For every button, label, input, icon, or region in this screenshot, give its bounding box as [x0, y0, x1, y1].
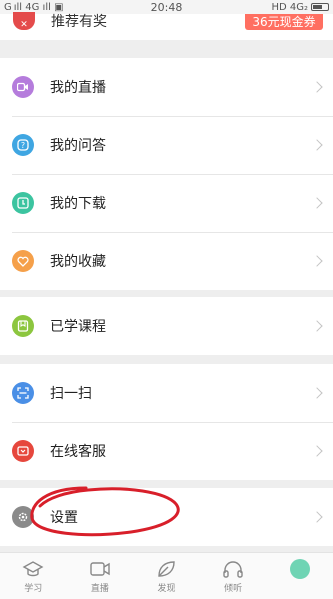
status-bar: G ıll 4G ıll ▣ 20:48 HD 4G₂	[0, 0, 333, 14]
tab-live[interactable]: 直播	[67, 553, 134, 599]
menu-item-my-favorites[interactable]: 我的收藏	[0, 232, 333, 290]
customer-service-icon	[12, 440, 34, 462]
battery-icon	[311, 3, 329, 11]
headphones-icon	[223, 561, 243, 578]
download-icon	[12, 192, 34, 214]
tab-discover[interactable]: 发现	[133, 553, 200, 599]
video-camera-icon	[90, 562, 110, 576]
menu-item-label: 我的问答	[50, 138, 106, 154]
menu-group-settings: 设置	[0, 488, 333, 546]
status-signal: G ıll 4G ıll ▣	[4, 1, 64, 13]
menu-item-label: 我的直播	[50, 80, 106, 96]
chevron-right-icon	[311, 197, 323, 209]
profile-icon	[289, 559, 310, 579]
menu-group-tools: 扫一扫 在线客服	[0, 364, 333, 480]
menu-group-courses: 已学课程	[0, 297, 333, 355]
coupon-badge[interactable]: 36元现金券	[245, 14, 323, 30]
menu-item-my-live[interactable]: 我的直播	[0, 58, 333, 116]
status-time: 20:48	[150, 0, 183, 14]
menu-item-my-qa[interactable]: ? 我的问答	[0, 116, 333, 174]
chevron-right-icon	[311, 445, 323, 457]
menu-item-scan[interactable]: 扫一扫	[0, 364, 333, 422]
menu-item-label: 扫一扫	[50, 386, 92, 402]
scan-icon	[12, 382, 34, 404]
chevron-right-icon	[311, 139, 323, 151]
svg-text:?: ?	[21, 141, 25, 150]
bottom-tab-bar: 学习 直播 发现 倾听	[0, 552, 333, 599]
tab-study[interactable]: 学习	[0, 553, 67, 599]
tab-label: 发现	[157, 584, 176, 594]
tab-label: 倾听	[224, 584, 243, 594]
chevron-right-icon	[311, 81, 323, 93]
favorite-heart-icon	[12, 250, 34, 272]
menu-item-label: 在线客服	[50, 444, 106, 460]
chevron-right-icon	[311, 511, 323, 523]
tab-listen[interactable]: 倾听	[200, 553, 267, 599]
live-video-icon	[12, 76, 34, 98]
tab-profile[interactable]	[266, 553, 333, 599]
chevron-right-icon	[311, 320, 323, 332]
course-bookmark-icon	[12, 315, 34, 337]
menu-item-learned-courses[interactable]: 已学课程	[0, 297, 333, 355]
recommend-row[interactable]: ✕ 推荐有奖 36元现金券	[0, 12, 333, 40]
study-cap-icon	[22, 561, 44, 577]
tab-label: 学习	[24, 584, 43, 594]
menu-item-settings[interactable]: 设置	[0, 488, 333, 546]
discover-leaf-icon	[158, 561, 176, 577]
menu-item-label: 我的下载	[50, 196, 106, 212]
menu-item-online-service[interactable]: 在线客服	[0, 422, 333, 480]
chevron-right-icon	[311, 387, 323, 399]
menu-item-label: 已学课程	[50, 319, 106, 335]
question-icon: ?	[12, 134, 34, 156]
menu-group-personal: 我的直播 ? 我的问答 我的下载 我的收藏	[0, 58, 333, 290]
menu-item-label: 设置	[50, 510, 78, 526]
settings-gear-icon	[12, 506, 34, 528]
tab-label: 直播	[90, 584, 109, 594]
recommend-label: 推荐有奖	[51, 14, 107, 30]
menu-item-my-downloads[interactable]: 我的下载	[0, 174, 333, 232]
status-network: HD 4G₂	[271, 1, 308, 13]
menu-item-label: 我的收藏	[50, 254, 106, 270]
status-right: HD 4G₂	[271, 2, 329, 13]
chevron-right-icon	[311, 255, 323, 267]
gift-icon: ✕	[13, 12, 35, 30]
